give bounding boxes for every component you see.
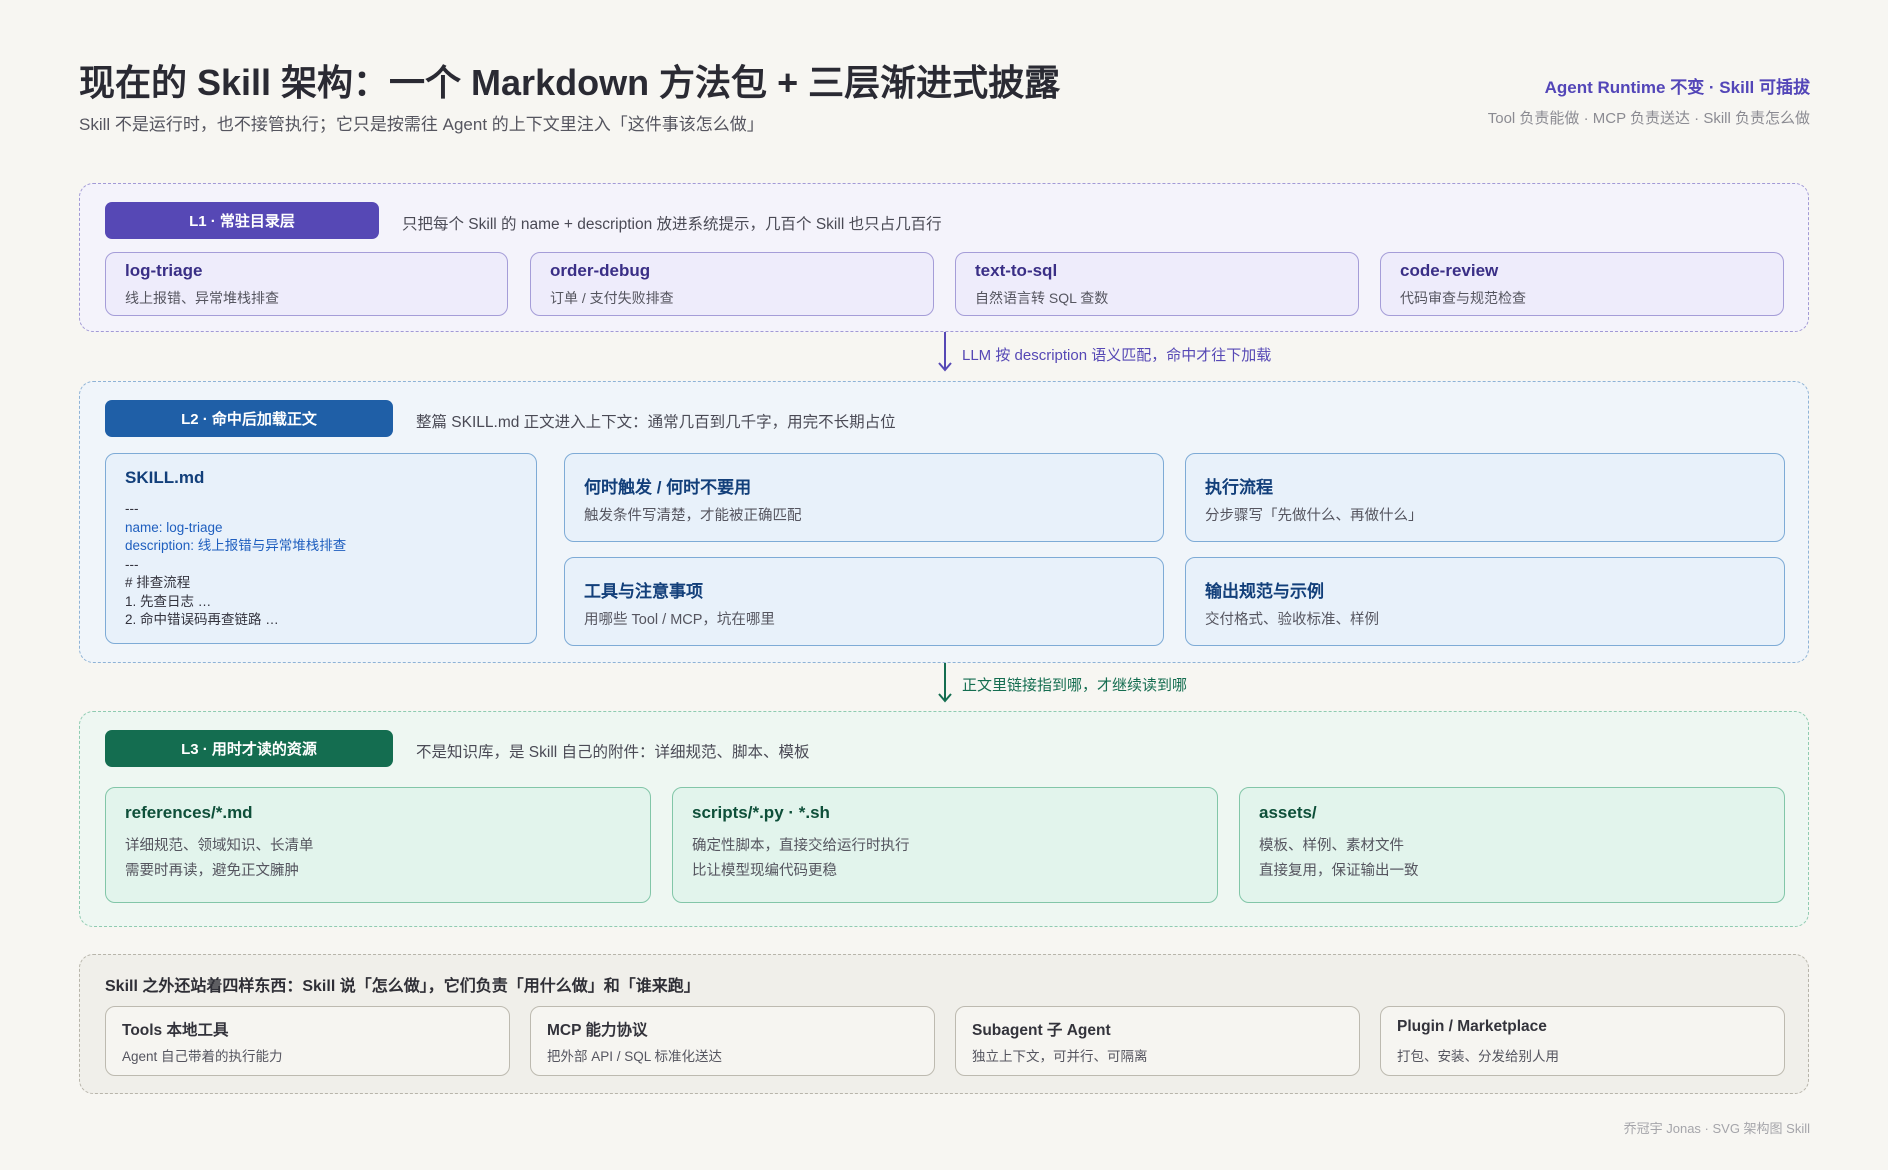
card-sub: 独立上下文，可并行、可隔离 [972,1049,1148,1064]
code-line: # 排查流程 [125,575,191,590]
card-title: scripts/*.py · *.sh [692,803,830,822]
skill-md-card[interactable]: SKILL.md --- name: log-triage descriptio… [105,453,537,644]
card-line1: 模板、样例、素材文件 [1259,838,1404,854]
arrow-down-icon [938,332,952,372]
card-sub: Agent 自己带着的执行能力 [122,1049,283,1064]
eco-card-tools[interactable]: Tools 本地工具 Agent 自己带着的执行能力 [105,1006,510,1076]
resource-card-scripts[interactable]: scripts/*.py · *.sh 确定性脚本，直接交给运行时执行 比让模型… [672,787,1218,903]
ecosystem-heading: Skill 之外还站着四样东西：Skill 说「怎么做」，它们负责「用什么做」和… [105,978,700,995]
footer-credit: 乔冠宇 Jonas · SVG 架构图 Skill [1623,1121,1810,1136]
card-sub: 代码审查与规范检查 [1400,290,1526,306]
card-line2: 比让模型现编代码更稳 [692,863,837,879]
code-line: description: 线上报错与异常堆栈排查 [125,538,347,553]
card-title: Tools 本地工具 [122,1022,229,1039]
card-sub: 触发条件写清楚，才能被正确匹配 [584,508,802,524]
resource-card-references[interactable]: references/*.md 详细规范、领域知识、长清单 需要时再读，避免正文… [105,787,651,903]
card-title: references/*.md [125,803,253,822]
card-title: 工具与注意事项 [584,582,703,601]
layer-l3-resources: L3 · 用时才读的资源 不是知识库，是 Skill 自己的附件：详细规范、脚本… [79,711,1809,927]
l2-label: L2 · 命中后加载正文 [105,400,393,437]
code-line: --- [125,556,139,572]
card-title: Subagent 子 Agent [972,1022,1111,1039]
skill-card-text-to-sql[interactable]: text-to-sql 自然语言转 SQL 查数 [955,252,1359,316]
eco-card-plugin[interactable]: Plugin / Marketplace 打包、安装、分发给别人用 [1380,1006,1785,1076]
card-sub: 订单 / 支付失败排查 [550,290,674,306]
card-title: assets/ [1259,803,1317,822]
card-when-to-trigger[interactable]: 何时触发 / 何时不要用 触发条件写清楚，才能被正确匹配 [564,453,1164,542]
l3-label: L3 · 用时才读的资源 [105,730,393,767]
l1-label: L1 · 常驻目录层 [105,202,379,239]
code-line: name: log-triage [125,519,223,535]
skill-card-code-review[interactable]: code-review 代码审查与规范检查 [1380,252,1784,316]
code-line: --- [125,501,139,516]
skill-card-log-triage[interactable]: log-triage 线上报错、异常堆栈排查 [105,252,508,316]
card-output-spec[interactable]: 输出规范与示例 交付格式、验收标准、样例 [1185,557,1785,646]
layer-l1-catalog: L1 · 常驻目录层 只把每个 Skill 的 name + descripti… [79,183,1809,332]
layer-l2-body: L2 · 命中后加载正文 整篇 SKILL.md 正文进入上下文：通常几百到几千… [79,381,1809,663]
card-line1: 详细规范、领域知识、长清单 [125,838,314,854]
eco-card-mcp[interactable]: MCP 能力协议 把外部 API / SQL 标准化送达 [530,1006,935,1076]
code-line: 2. 命中错误码再查链路 … [125,612,279,627]
arrow2-label: 正文里链接指到哪，才继续读到哪 [962,677,1188,694]
ecosystem-panel: Skill 之外还站着四样东西：Skill 说「怎么做」，它们负责「用什么做」和… [79,954,1809,1094]
code-line: 1. 先查日志 … [125,593,212,609]
card-sub: 打包、安装、分发给别人用 [1397,1049,1559,1064]
l1-desc: 只把每个 Skill 的 name + description 放进系统提示，几… [402,216,942,233]
l3-desc: 不是知识库，是 Skill 自己的附件：详细规范、脚本、模板 [416,744,810,761]
l2-desc: 整篇 SKILL.md 正文进入上下文：通常几百到几千字，用完不长期占位 [416,414,896,431]
card-title: 输出规范与示例 [1205,582,1324,601]
card-line1: 确定性脚本，直接交给运行时执行 [692,838,910,854]
card-title: 何时触发 / 何时不要用 [584,478,752,497]
card-title: log-triage [125,261,203,280]
eco-card-subagent[interactable]: Subagent 子 Agent 独立上下文，可并行、可隔离 [955,1006,1360,1076]
card-title: text-to-sql [975,261,1058,280]
card-title: code-review [1400,261,1499,280]
page-title: 现在的 Skill 架构：一个 Markdown 方法包 + 三层渐进式披露 [79,62,1061,103]
card-sub: 把外部 API / SQL 标准化送达 [547,1049,723,1064]
card-title: order-debug [550,261,651,280]
tagline: Agent Runtime 不变 · Skill 可插拔 [1544,78,1810,97]
roles-caption: Tool 负责能做 · MCP 负责送达 · Skill 负责怎么做 [1487,110,1810,127]
card-tools-notes[interactable]: 工具与注意事项 用哪些 Tool / MCP，坑在哪里 [564,557,1164,646]
card-sub: 分步骤写「先做什么、再做什么」 [1205,508,1423,524]
skill-md-title: SKILL.md [125,468,205,487]
resource-card-assets[interactable]: assets/ 模板、样例、素材文件 直接复用，保证输出一致 [1239,787,1785,903]
card-execution-flow[interactable]: 执行流程 分步骤写「先做什么、再做什么」 [1185,453,1785,542]
skill-card-order-debug[interactable]: order-debug 订单 / 支付失败排查 [530,252,934,316]
card-sub: 自然语言转 SQL 查数 [975,290,1109,306]
card-line2: 需要时再读，避免正文臃肿 [125,863,299,879]
card-title: MCP 能力协议 [547,1022,648,1039]
card-sub: 用哪些 Tool / MCP，坑在哪里 [584,612,775,628]
card-sub: 交付格式、验收标准、样例 [1205,612,1379,628]
skill-md-code: --- name: log-triage description: 线上报错与异… [125,500,346,630]
arrow-down-icon [938,663,952,703]
card-sub: 线上报错、异常堆栈排查 [125,290,279,306]
card-line2: 直接复用，保证输出一致 [1259,863,1419,879]
card-title: Plugin / Marketplace [1397,1018,1547,1035]
page-subtitle: Skill 不是运行时，也不接管执行；它只是按需往 Agent 的上下文里注入「… [79,115,764,134]
arrow1-label: LLM 按 description 语义匹配，命中才往下加载 [962,347,1272,364]
card-title: 执行流程 [1205,478,1273,497]
